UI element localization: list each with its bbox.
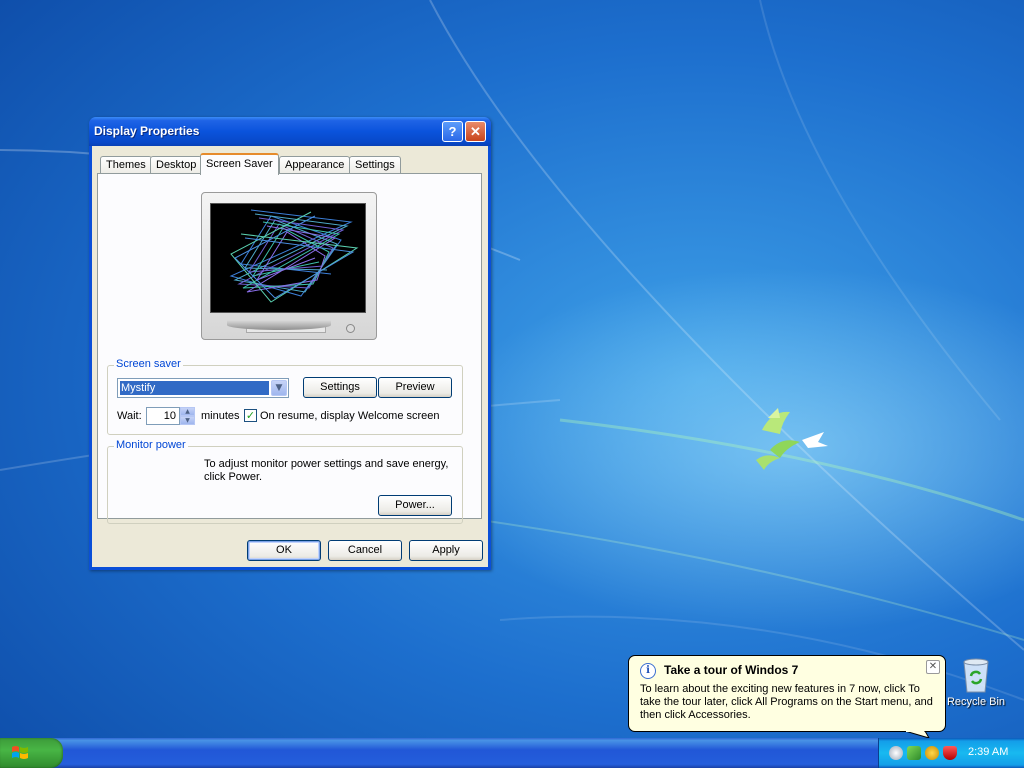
title-bar[interactable]: Display Properties ? ✕ [89, 117, 491, 146]
taskbar-clock[interactable]: 2:39 AM [968, 746, 1008, 758]
screen-saver-selected: Mystify [120, 381, 269, 395]
wait-spinner[interactable]: ▲ ▼ [180, 407, 195, 425]
help-button[interactable]: ? [442, 121, 463, 142]
resume-welcome-checkbox[interactable]: ✓ [244, 409, 257, 422]
apply-button[interactable]: Apply [409, 540, 483, 561]
balloon-tail [905, 731, 930, 738]
close-button[interactable]: ✕ [465, 121, 486, 142]
monitor-power-group-label: Monitor power [114, 439, 188, 451]
cancel-button[interactable]: Cancel [328, 540, 402, 561]
monitor-stand [227, 320, 331, 330]
start-button[interactable] [0, 738, 63, 768]
preview-button[interactable]: Preview [378, 377, 452, 398]
screen-saver-preview-screen [210, 203, 366, 313]
taskbar: 2:39 AM [0, 738, 1024, 768]
window-title: Display Properties [94, 124, 200, 138]
tab-appearance[interactable]: Appearance [279, 156, 351, 174]
wait-label: Wait: [117, 410, 142, 422]
monitor-power-description: To adjust monitor power settings and sav… [204, 458, 449, 483]
tab-themes[interactable]: Themes [100, 156, 152, 174]
monitor-power-group: Monitor power To adjust monitor power se… [107, 439, 463, 524]
resume-welcome-label[interactable]: On resume, display Welcome screen [260, 410, 440, 422]
recycle-bin-icon [963, 658, 989, 693]
system-tray: 2:39 AM [878, 738, 1024, 768]
wait-minutes-input[interactable]: 10 [146, 407, 180, 425]
update-icon[interactable] [925, 746, 939, 760]
screen-saver-dropdown[interactable]: Mystify ▼ [117, 378, 289, 398]
balloon-title: Take a tour of Windos 7 [664, 663, 799, 677]
monitor-preview [201, 192, 377, 340]
screen-saver-settings-button[interactable]: Settings [303, 377, 377, 398]
network-icon[interactable] [907, 746, 921, 760]
window-client-area: Themes Desktop Screen Saver Appearance S… [92, 146, 488, 567]
screen-saver-panel: Screen saver Mystify ▼ Settings Preview … [97, 173, 482, 524]
spin-up-icon[interactable]: ▲ [180, 407, 195, 416]
monitor-power-led [346, 324, 355, 333]
minutes-label: minutes [201, 410, 240, 422]
volume-icon[interactable] [889, 746, 903, 760]
display-properties-window: Display Properties ? ✕ Themes Desktop Sc… [89, 117, 491, 570]
desktop[interactable]: Display Properties ? ✕ Themes Desktop Sc… [0, 0, 1024, 738]
mystify-preview-image [229, 209, 359, 303]
screen-saver-group: Screen saver Mystify ▼ Settings Preview … [107, 358, 463, 435]
notification-balloon[interactable]: i Take a tour of Windos 7 ✕ To learn abo… [628, 655, 946, 732]
desktop-icon-recycle-bin[interactable]: Recycle Bin [946, 656, 1006, 716]
tab-settings[interactable]: Settings [349, 156, 401, 174]
spin-down-icon[interactable]: ▼ [180, 416, 195, 425]
chevron-down-icon[interactable]: ▼ [271, 380, 287, 396]
screen-saver-group-label: Screen saver [114, 358, 183, 370]
balloon-body: To learn about the exciting new features… [640, 683, 933, 721]
power-button[interactable]: Power... [378, 495, 452, 516]
info-icon: i [640, 663, 656, 679]
windows-flag-icon [12, 746, 28, 759]
security-shield-icon[interactable] [943, 746, 957, 760]
balloon-close-button[interactable]: ✕ [926, 660, 940, 674]
ok-button[interactable]: OK [247, 540, 321, 561]
tab-desktop[interactable]: Desktop [150, 156, 203, 174]
tab-screen-saver[interactable]: Screen Saver [200, 153, 279, 175]
recycle-bin-label: Recycle Bin [946, 696, 1006, 708]
